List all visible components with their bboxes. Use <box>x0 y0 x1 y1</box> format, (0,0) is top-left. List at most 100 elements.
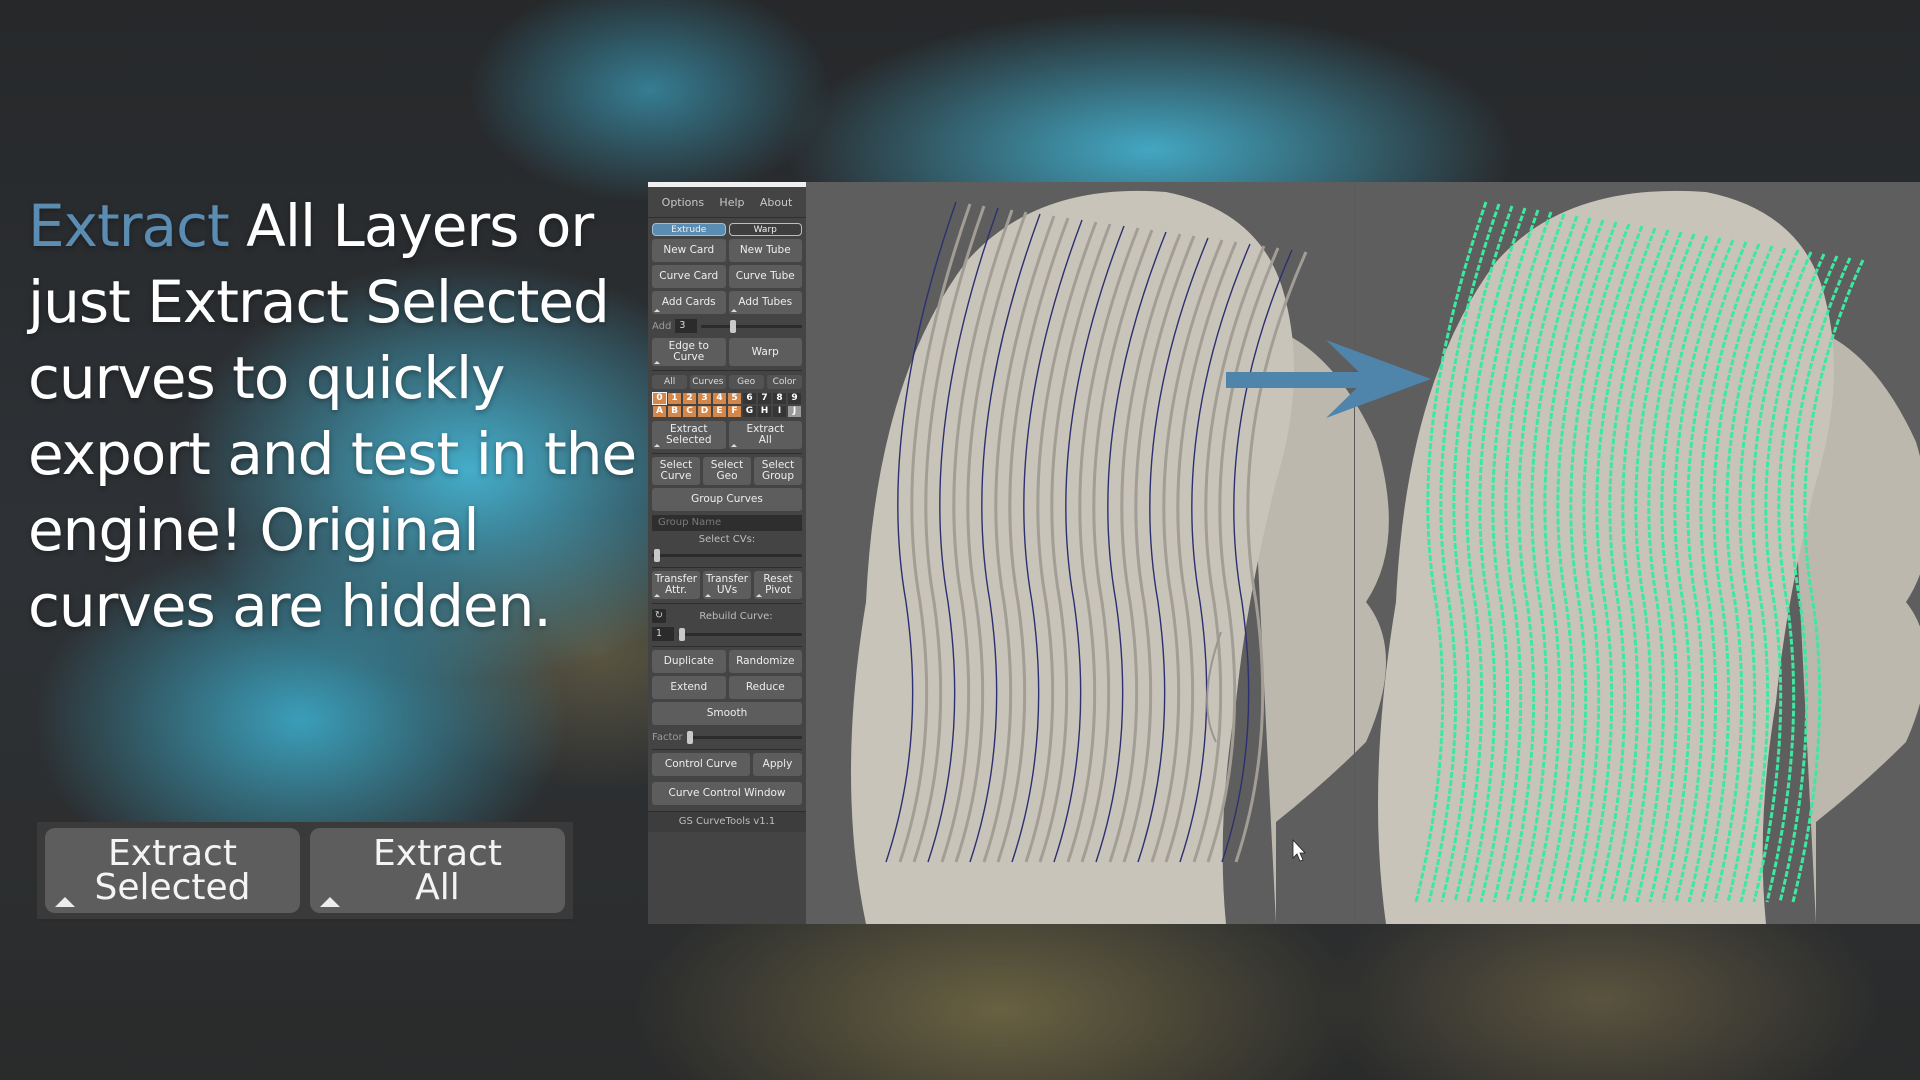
label-line2: Group <box>762 470 794 482</box>
layer-button-2[interactable]: 2 <box>683 393 696 404</box>
layer-button-5[interactable]: 5 <box>728 393 741 404</box>
extract-all-button[interactable]: Extract All <box>728 421 802 449</box>
layer-button-i[interactable]: I <box>773 406 786 417</box>
label-line2: Geo <box>716 470 738 482</box>
curve-tube-button[interactable]: Curve Tube <box>728 265 802 288</box>
factor-label: Factor <box>652 731 683 743</box>
slider-thumb[interactable] <box>653 548 660 562</box>
randomize-button[interactable]: Randomize <box>728 650 802 673</box>
curve-control-window-button[interactable]: Curve Control Window <box>652 782 802 805</box>
layer-button-9[interactable]: 9 <box>788 393 801 404</box>
transfer-attr-button[interactable]: Transfer Attr. <box>652 571 700 599</box>
extract-selected-big-button[interactable]: Extract Selected <box>45 828 300 913</box>
divider <box>652 567 802 568</box>
group-curves-button[interactable]: Group Curves <box>652 488 802 511</box>
filter-curves[interactable]: Curves <box>690 375 726 389</box>
layer-button-3[interactable]: 3 <box>698 393 711 404</box>
divider <box>652 370 802 371</box>
layer-button-f[interactable]: F <box>728 406 741 417</box>
slider-thumb[interactable] <box>678 627 685 641</box>
layer-button-b[interactable]: B <box>668 406 681 417</box>
transfer-uvs-button[interactable]: Transfer UVs <box>703 571 751 599</box>
mouse-cursor-icon <box>1292 838 1306 862</box>
new-tube-button[interactable]: New Tube <box>728 239 802 262</box>
add-cards-button[interactable]: Add Cards <box>652 291 726 314</box>
divider <box>652 453 802 454</box>
add-count-field[interactable]: 3 <box>675 319 698 333</box>
apply-button[interactable]: Apply <box>753 753 802 776</box>
menu-triangle-icon <box>654 361 660 364</box>
head-extracted <box>1378 190 1920 924</box>
reduce-button[interactable]: Reduce <box>728 676 802 699</box>
curve-card-button[interactable]: Curve Card <box>652 265 726 288</box>
rebuild-value-field[interactable]: 1 <box>652 627 674 641</box>
select-group-button[interactable]: Select Group <box>754 457 802 485</box>
edge-to-curve-button[interactable]: Edge to Curve <box>652 338 726 366</box>
extend-button[interactable]: Extend <box>652 676 726 699</box>
label-line2: All <box>415 866 460 908</box>
label-line2: Curve <box>673 351 705 363</box>
filter-geo[interactable]: Geo <box>728 375 764 389</box>
label-line2: Selected <box>94 866 251 908</box>
menu-triangle-icon <box>705 594 711 597</box>
add-count-slider[interactable] <box>701 319 802 333</box>
extract-all-big-button[interactable]: Extract All <box>310 828 565 913</box>
layer-button-1[interactable]: 1 <box>668 393 681 404</box>
extrude-toggle[interactable]: Extrude <box>652 223 726 236</box>
select-cvs-slider[interactable] <box>652 548 802 562</box>
menu-about[interactable]: About <box>760 196 793 209</box>
layer-button-c[interactable]: C <box>683 406 696 417</box>
layer-button-e[interactable]: E <box>713 406 726 417</box>
menu-triangle-icon <box>320 897 340 907</box>
head-original <box>851 190 1389 924</box>
curvetools-panel: Options Help About Extrude Warp New Card… <box>648 182 806 924</box>
group-name-input[interactable]: Group Name <box>652 515 802 531</box>
duplicate-button[interactable]: Duplicate <box>652 650 726 673</box>
filter-color[interactable]: Color <box>766 375 802 389</box>
warp-toggle[interactable]: Warp <box>728 223 802 236</box>
menu-triangle-icon <box>756 594 762 597</box>
layer-button-8[interactable]: 8 <box>773 393 786 404</box>
warp-button[interactable]: Warp <box>728 338 802 366</box>
layer-button-0[interactable]: 0 <box>652 392 667 405</box>
refresh-icon[interactable]: ↻ <box>652 609 666 623</box>
layer-button-d[interactable]: D <box>698 406 711 417</box>
menu-triangle-icon <box>654 444 660 447</box>
menu-options[interactable]: Options <box>662 196 704 209</box>
layer-grid: 0123456789 ABCDEFGHIJ <box>648 392 806 417</box>
label: Warp <box>751 345 779 358</box>
layer-button-4[interactable]: 4 <box>713 393 726 404</box>
layer-button-6[interactable]: 6 <box>743 393 756 404</box>
menu-help[interactable]: Help <box>719 196 744 209</box>
extract-selected-button[interactable]: Extract Selected <box>652 421 726 449</box>
factor-slider[interactable] <box>686 730 802 744</box>
select-cvs-label: Select CVs: <box>698 534 756 545</box>
new-card-button[interactable]: New Card <box>652 239 726 262</box>
arrow-shaft <box>1226 372 1366 388</box>
layer-button-h[interactable]: H <box>758 406 771 417</box>
divider <box>652 646 802 647</box>
slider-thumb[interactable] <box>729 319 736 333</box>
select-curve-button[interactable]: Select Curve <box>652 457 700 485</box>
control-curve-button[interactable]: Control Curve <box>652 753 750 776</box>
menu-triangle-icon <box>730 309 737 312</box>
select-geo-button[interactable]: Select Geo <box>703 457 751 485</box>
filter-all[interactable]: All <box>652 375 688 389</box>
add-tubes-button[interactable]: Add Tubes <box>728 291 802 314</box>
reset-pivot-button[interactable]: Reset Pivot <box>754 571 802 599</box>
label-line1: Extract <box>108 832 237 874</box>
3d-viewport[interactable] <box>806 182 1920 924</box>
label: Add Cards <box>661 296 716 308</box>
layer-button-a[interactable]: A <box>653 406 666 417</box>
layer-button-j[interactable]: J <box>788 406 801 417</box>
slider-thumb[interactable] <box>687 730 694 744</box>
layer-button-7[interactable]: 7 <box>758 393 771 404</box>
rebuild-curve-slider[interactable] <box>678 627 802 641</box>
menu-triangle-icon <box>654 309 660 312</box>
rebuild-curve-label: Rebuild Curve: <box>699 610 773 622</box>
label-line1: Extract <box>373 832 502 874</box>
label: Add Tubes <box>738 296 793 308</box>
layer-button-g[interactable]: G <box>743 406 756 417</box>
divider <box>652 603 802 604</box>
smooth-button[interactable]: Smooth <box>652 702 802 725</box>
